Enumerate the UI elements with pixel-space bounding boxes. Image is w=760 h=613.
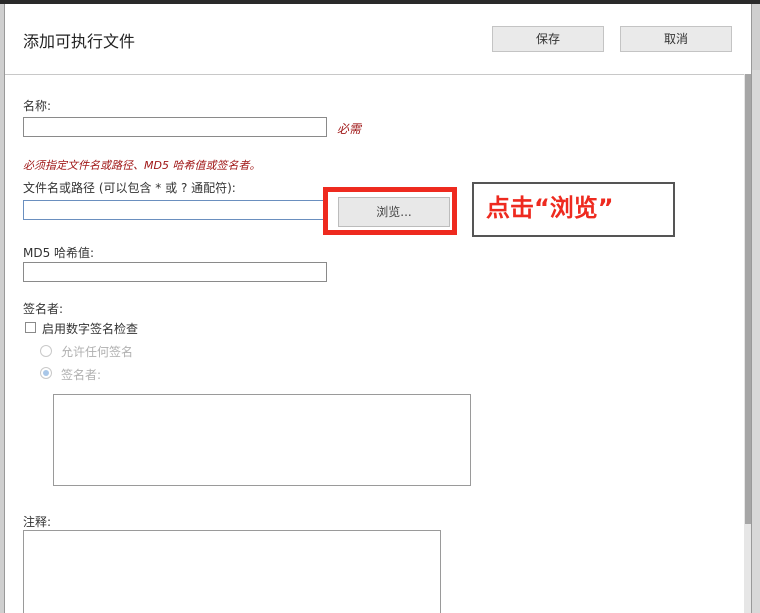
dialog-scroll-thumb[interactable] — [745, 74, 751, 524]
name-input[interactable] — [23, 117, 327, 137]
add-executable-dialog: 添加可执行文件 保存 取消 名称: 必需 必须指定文件名或路径、MD5 哈希值或… — [4, 4, 752, 613]
cancel-button[interactable]: 取消 — [620, 26, 732, 52]
signer-option-label: 签名者: — [61, 368, 102, 382]
required-note: 必需 — [337, 122, 362, 136]
notes-label: 注释: — [23, 515, 52, 529]
annotation-callout: 点击“浏览” — [472, 182, 675, 237]
signer-section-label: 签名者: — [23, 302, 64, 316]
background-right-edge — [752, 70, 760, 613]
md5-input[interactable] — [23, 262, 327, 282]
path-input[interactable] — [23, 200, 327, 220]
save-button[interactable]: 保存 — [492, 26, 604, 52]
enable-signature-check-label: 启用数字签名检查 — [42, 322, 139, 336]
name-label: 名称: — [23, 99, 52, 113]
md5-label: MD5 哈希值: — [23, 246, 95, 260]
browse-highlight-box — [323, 187, 457, 235]
notes-textarea[interactable] — [23, 530, 441, 613]
allow-any-signature-label: 允许任何签名 — [61, 345, 134, 359]
must-specify-note: 必须指定文件名或路径、MD5 哈希值或签名者。 — [23, 159, 261, 172]
enable-signature-check-checkbox[interactable] — [25, 322, 36, 333]
allow-any-signature-radio[interactable] — [40, 345, 52, 357]
dialog-title: 添加可执行文件 — [23, 32, 136, 51]
signer-radio[interactable] — [40, 367, 52, 379]
path-label: 文件名或路径 (可以包含 * 或 ? 通配符): — [23, 181, 236, 195]
signers-textarea[interactable] — [53, 394, 471, 486]
dialog-scrollbar[interactable] — [744, 74, 751, 613]
dialog-header: 添加可执行文件 保存 取消 — [5, 4, 751, 75]
